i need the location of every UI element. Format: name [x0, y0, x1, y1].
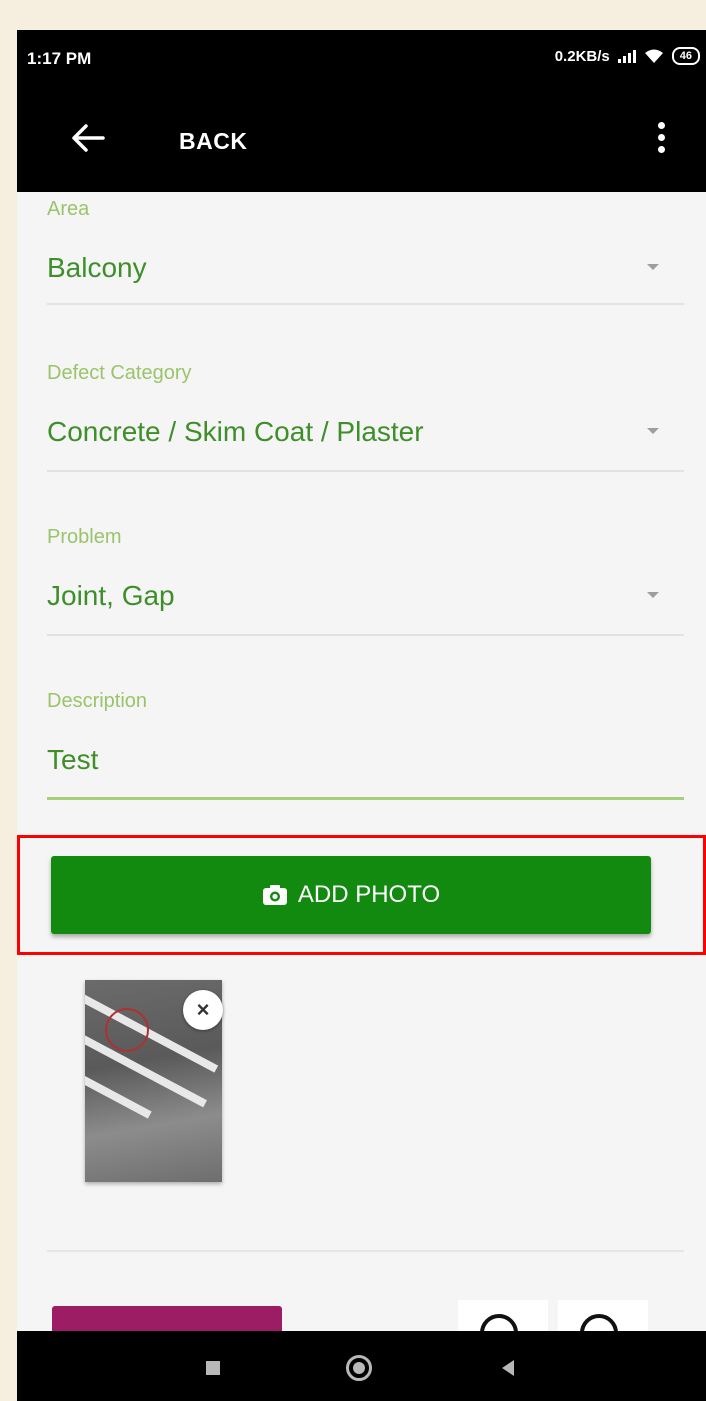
description-label: Description: [47, 690, 148, 712]
area-underline: [47, 303, 684, 305]
battery-icon: 46: [671, 47, 700, 65]
app-bar: BACK: [17, 86, 706, 192]
back-label[interactable]: BACK: [179, 128, 247, 155]
area-dropdown[interactable]: Area Balcony: [47, 194, 684, 305]
navigation-bar: [17, 1331, 706, 1401]
chevron-down-icon: [647, 592, 659, 598]
chevron-down-icon: [647, 428, 659, 434]
network-speed: 0.2KB/s: [554, 47, 610, 65]
home-icon[interactable]: [346, 1355, 372, 1381]
defect-category-value: Concrete / Skim Coat / Plaster: [47, 416, 424, 447]
problem-value: Joint, Gap: [47, 580, 175, 611]
status-time: 1:17 PM: [27, 49, 92, 68]
recents-icon[interactable]: [206, 1361, 220, 1375]
defect-category-label: Defect Category: [47, 362, 192, 384]
signal-icon: [617, 49, 636, 63]
problem-underline: [47, 634, 684, 636]
overflow-menu-icon[interactable]: [656, 122, 666, 158]
defect-category-dropdown[interactable]: Defect Category Concrete / Skim Coat / P…: [47, 360, 684, 472]
description-underline: [47, 797, 684, 800]
area-value: Balcony: [47, 252, 147, 283]
description-field[interactable]: Description Test: [47, 688, 684, 802]
add-photo-button[interactable]: ADD PHOTO: [51, 856, 651, 934]
back-arrow-icon[interactable]: [71, 123, 105, 153]
area-label: Area: [47, 198, 90, 220]
status-bar: 1:17 PM 0.2KB/s 46: [17, 30, 706, 86]
back-icon[interactable]: [502, 1360, 514, 1376]
add-photo-label: ADD PHOTO: [297, 881, 441, 908]
phone-screen: 1:17 PM 0.2KB/s 46 BACK Area Balcony Def…: [17, 30, 706, 1401]
remove-photo-button[interactable]: ×: [183, 990, 223, 1030]
defect-category-underline: [47, 470, 684, 472]
camera-icon: [262, 885, 287, 905]
problem-label: Problem: [47, 526, 122, 548]
wifi-icon: [644, 49, 663, 63]
chevron-down-icon: [647, 264, 659, 270]
problem-dropdown[interactable]: Problem Joint, Gap: [47, 524, 684, 636]
divider: [47, 1250, 684, 1252]
status-indicators: 0.2KB/s 46: [555, 47, 700, 65]
description-input[interactable]: Test: [47, 744, 98, 776]
